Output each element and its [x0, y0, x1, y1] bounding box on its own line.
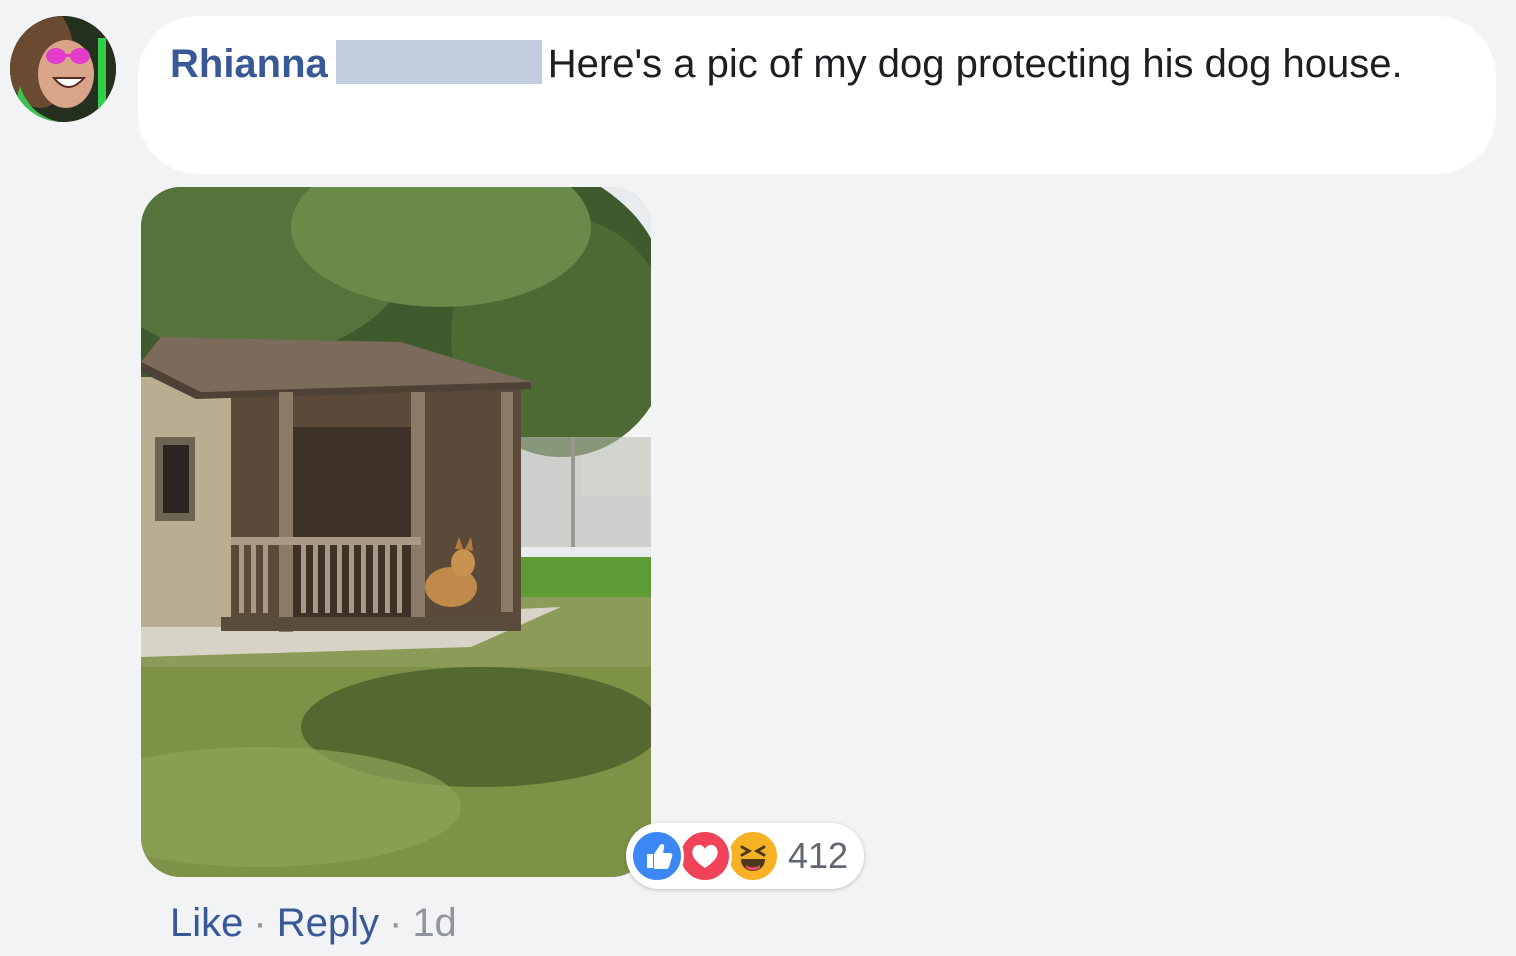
redacted-surname: [335, 40, 542, 84]
comment-body: Rhianna Here's a pic of my dog protecting…: [170, 38, 1410, 91]
avatar-image: [10, 16, 116, 122]
comment-text: Here's a pic of my dog protecting his do…: [547, 42, 1403, 86]
reply-link[interactable]: Reply: [277, 901, 379, 945]
comment-actions: Like · Reply · 1d: [170, 898, 457, 948]
separator-dot: ·: [388, 901, 403, 945]
separator-dot: ·: [253, 901, 267, 945]
love-icon: [678, 829, 732, 883]
like-link[interactable]: Like: [170, 901, 243, 945]
haha-icon: [726, 829, 780, 883]
like-icon: [630, 829, 684, 883]
dog-house-photo: [141, 187, 651, 877]
comment-author[interactable]: Rhianna: [170, 42, 328, 86]
comment-photo[interactable]: [141, 187, 651, 877]
commenter-avatar[interactable]: [10, 16, 116, 122]
reaction-count: 412: [788, 835, 849, 876]
reaction-summary[interactable]: 412: [626, 823, 864, 889]
comment-bubble: Rhianna Here's a pic of my dog protecting…: [138, 16, 1496, 174]
comment-timestamp[interactable]: 1d: [412, 901, 457, 945]
